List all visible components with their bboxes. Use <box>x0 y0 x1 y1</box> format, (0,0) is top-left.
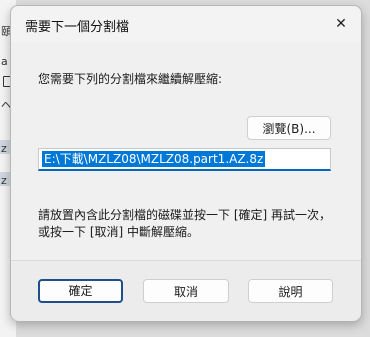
instruction-line: 請放置內含此分割檔的磁碟並按一下 [確定] 再試一次， <box>38 208 331 222</box>
next-volume-dialog: 需要下一個分割檔 ✕ 您需要下列的分割檔來繼續解壓縮: 瀏覽(B)... E:\… <box>10 5 362 321</box>
title-bar: 需要下一個分割檔 ✕ <box>11 6 361 42</box>
prompt-label: 您需要下列的分割檔來繼續解壓縮: <box>38 72 223 86</box>
dialog-title: 需要下一個分割檔 <box>25 20 130 35</box>
background-text-fragment: z <box>1 174 7 187</box>
help-button[interactable]: 說明 <box>248 279 333 303</box>
volume-path-value: E:\下載\MZLZ08\MZLZ08.part1.AZ.8z <box>42 151 266 167</box>
close-icon: ✕ <box>335 16 347 32</box>
background-text-fragment: z <box>1 142 7 155</box>
background-text-fragment: a <box>1 55 8 68</box>
button-bar: 確定 取消 說明 <box>11 260 361 321</box>
close-button[interactable]: ✕ <box>327 10 355 38</box>
instruction-line: 或按一下 [取消] 中斷解壓縮。 <box>38 225 199 239</box>
volume-path-field[interactable]: E:\下載\MZLZ08\MZLZ08.part1.AZ.8z <box>38 148 331 171</box>
instruction-text: 請放置內含此分割檔的磁碟並按一下 [確定] 再試一次， 或按一下 [取消] 中斷… <box>38 207 338 241</box>
ok-button[interactable]: 確定 <box>38 279 123 303</box>
browse-button[interactable]: 瀏覽(B)... <box>247 116 331 140</box>
cancel-button[interactable]: 取消 <box>143 279 229 303</box>
